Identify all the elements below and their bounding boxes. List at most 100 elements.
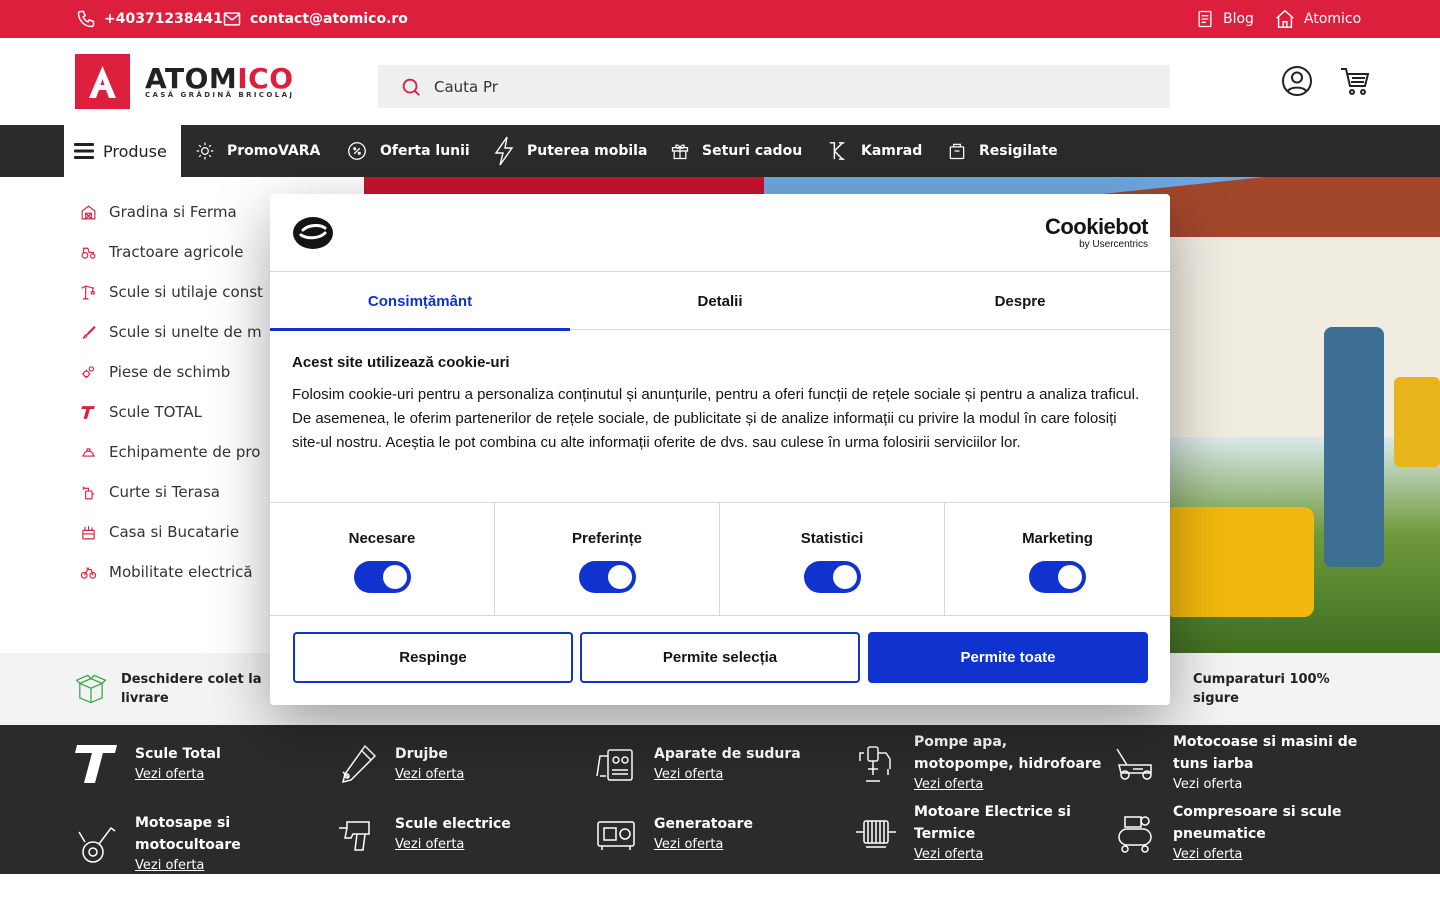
cookie-toggles: Necesare Preferințe Statistici Marketing — [270, 502, 1170, 616]
category-link[interactable]: Vezi oferta — [654, 765, 801, 785]
products-label: Produse — [103, 141, 167, 161]
tiller-icon — [78, 826, 116, 863]
category-link[interactable]: Vezi oferta — [654, 835, 753, 855]
sidebar-item-mobilitate-electrica[interactable]: Mobilitate electrică — [80, 552, 253, 592]
sidebar-item-piese-de-schimb[interactable]: Piese de schimb — [80, 352, 230, 392]
logo-mark[interactable] — [75, 54, 130, 109]
chainsaw-icon — [341, 744, 377, 784]
sidebar-item-label: Gradina si Ferma — [109, 203, 237, 221]
sidebar-item-scule-si-utilaje-const[interactable]: Scule si utilaje const — [80, 272, 263, 312]
home-label: Atomico — [1304, 11, 1362, 27]
toggle-group-statistics: Statistici — [720, 503, 945, 616]
tab-consent[interactable]: Consimțământ — [270, 272, 570, 331]
category-scule-electrice[interactable]: Scule electrice Vezi oferta — [335, 812, 585, 856]
nav-label: Resigilate — [979, 143, 1058, 159]
nav-item-resigilate[interactable]: Resigilate — [947, 125, 1058, 177]
email-link[interactable]: contact@atomico.ro — [222, 0, 408, 38]
sidebar-item-scule-total[interactable]: Scule TOTAL — [80, 392, 202, 432]
tab-details[interactable]: Detalii — [570, 272, 870, 330]
site-header: ATOMICO CASĂ GRĂDINĂ BRICOLAJ — [0, 38, 1440, 125]
category-title: Scule Total — [135, 746, 221, 762]
nav-item-promovara[interactable]: PromoVARA — [195, 125, 320, 177]
sidebar-item-label: Tractoare agricole — [109, 243, 244, 261]
toggle-necessary-switch[interactable] — [353, 561, 411, 593]
sidebar-item-tractoare-agricole[interactable]: Tractoare agricole — [80, 232, 244, 272]
reject-button[interactable]: Respinge — [293, 632, 573, 683]
toggle-preferences-switch[interactable] — [578, 561, 636, 593]
toggle-marketing-switch[interactable] — [1029, 561, 1086, 593]
nav-item-puterea-mobila[interactable]: Puterea mobila — [493, 125, 647, 177]
allow-all-button[interactable]: Permite toate — [868, 632, 1148, 683]
blog-link[interactable]: Blog — [1195, 0, 1254, 38]
toggle-label: Marketing — [1022, 530, 1093, 547]
category-compresoare[interactable]: Compresoare si scule pneumatice Vezi ofer… — [1113, 801, 1363, 865]
blog-icon — [1198, 10, 1212, 28]
cookie-body: Acest site utilizează cookie-uri Folosim… — [292, 354, 1148, 455]
category-link[interactable]: Vezi oferta — [395, 835, 511, 855]
category-link[interactable]: Vezi oferta — [914, 845, 1104, 865]
category-title: Drujbe — [395, 746, 448, 762]
category-title: Pompe apa, motopompe, hidrofoare — [914, 734, 1102, 772]
nav-item-oferta-lunii[interactable]: Oferta lunii — [346, 125, 470, 177]
package-open-icon — [949, 143, 965, 160]
search-icon[interactable] — [400, 76, 422, 98]
hero-pressure-washer — [1324, 327, 1384, 567]
home-link[interactable]: Atomico — [1274, 0, 1361, 38]
category-scule-total[interactable]: Scule Total Vezi oferta — [75, 742, 325, 786]
category-title: Motosape si motocultoare — [135, 815, 241, 853]
cart-button[interactable] — [1339, 65, 1371, 97]
sidebar-item-casa-si-bucatarie[interactable]: Casa si Bucatarie — [80, 512, 239, 552]
water-pump-icon — [859, 746, 891, 782]
logo-a-icon — [89, 66, 116, 98]
sidebar-item-label: Piese de schimb — [109, 363, 231, 381]
category-aparate-de-sudura[interactable]: Aparate de sudura Vezi oferta — [594, 742, 844, 786]
category-link[interactable]: Vezi oferta — [914, 775, 1104, 795]
category-link[interactable]: Vezi oferta — [395, 765, 464, 785]
logo-tagline: CASĂ GRĂDINĂ BRICOLAJ — [145, 91, 295, 99]
sidebar-item-echipamente-de-pro[interactable]: Echipamente de pro — [80, 432, 260, 472]
nav-label: Oferta lunii — [380, 143, 470, 159]
category-motocoase[interactable]: Motocoase si masini de tuns iarba Vezi of… — [1113, 731, 1363, 795]
category-link[interactable]: Vezi oferta — [135, 765, 221, 785]
category-motoare[interactable]: Motoare Electrice si Termice Vezi oferta — [854, 801, 1104, 865]
nav-item-seturi-cadou[interactable]: Seturi cadou — [670, 125, 802, 177]
search-input[interactable] — [434, 77, 1134, 96]
benefit-secure-shopping: Cumparaturi 100% sigure — [1193, 653, 1373, 725]
category-drujbe[interactable]: Drujbe Vezi oferta — [335, 742, 585, 786]
category-title: Motoare Electrice si Termice — [914, 804, 1071, 842]
benefit-open-package: Deschidere colet la livrare — [75, 653, 275, 725]
sidebar-item-label: Scule si unelte de m — [109, 323, 262, 341]
cookiebot-brand: Cookiebot by Usercentrics — [1045, 215, 1149, 251]
cookie-dialog-header: Cookiebot by Usercentrics — [270, 194, 1170, 272]
cookie-consent-dialog: Cookiebot by Usercentrics Consimțământ D… — [270, 194, 1170, 705]
category-pompe-apa[interactable]: Pompe apa, motopompe, hidrofoare Vezi ofe… — [854, 731, 1104, 795]
phone-link[interactable]: +40371238441 — [76, 0, 223, 38]
sidebar-item-curte-si-terasa[interactable]: Curte si Terasa — [80, 472, 220, 512]
account-button[interactable] — [1281, 65, 1313, 97]
tab-about[interactable]: Despre — [870, 272, 1170, 330]
category-generatoare[interactable]: Generatoare Vezi oferta — [594, 812, 844, 856]
category-link[interactable]: Vezi oferta — [135, 856, 325, 876]
featured-categories: Scule Total Vezi oferta Drujbe Vezi oferta… — [0, 725, 1440, 874]
allow-selection-button[interactable]: Permite selecția — [580, 632, 860, 683]
category-link[interactable]: Vezi oferta — [1173, 775, 1363, 795]
sidebar-item-label: Casa si Bucatarie — [109, 523, 240, 541]
email-address: contact@atomico.ro — [250, 11, 408, 27]
toggle-label: Preferințe — [571, 530, 643, 547]
nav-item-kamrad[interactable]: Kamrad — [827, 125, 922, 177]
toggle-statistics-switch[interactable] — [803, 561, 861, 593]
cookie-title: Acest site utilizează cookie-uri — [292, 354, 510, 371]
benefit-label: Deschidere colet la livrare — [120, 672, 262, 706]
sidebar-item-scule-si-unelte[interactable]: Scule si unelte de m — [80, 312, 262, 352]
sidebar-item-label: Scule si utilaje const — [109, 283, 263, 301]
barn-icon — [81, 204, 96, 219]
category-motosape[interactable]: Motosape si motocultoare Vezi oferta — [75, 812, 325, 876]
toggle-label: Necesare — [348, 530, 416, 547]
blog-label: Blog — [1223, 11, 1254, 27]
sidebar-item-gradina-si-ferma[interactable]: Gradina si Ferma — [80, 192, 237, 232]
cart-icon — [1341, 68, 1370, 95]
helmet-icon — [82, 447, 95, 457]
category-link[interactable]: Vezi oferta — [1173, 845, 1363, 865]
products-menu-button[interactable]: Produse — [64, 125, 181, 177]
phone-number: +40371238441 — [104, 11, 223, 27]
